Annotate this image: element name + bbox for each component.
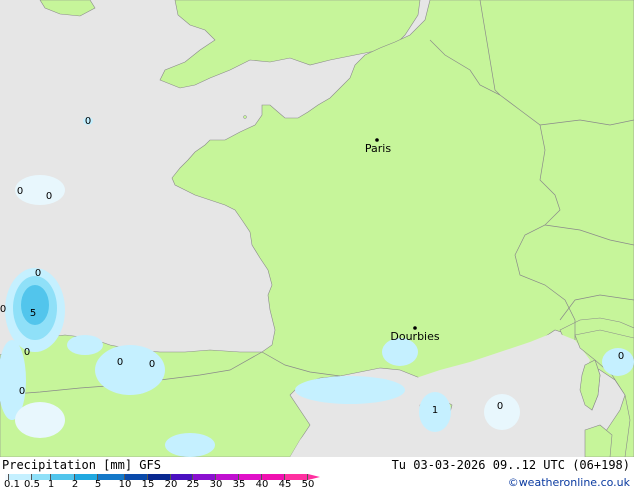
contour-label: 0: [497, 401, 503, 412]
credit-text: ©weatheronline.co.uk: [507, 476, 630, 489]
contour-label: 0: [149, 359, 155, 370]
legend-tick-label: 0.1: [4, 479, 20, 490]
contour-label: 0: [618, 351, 624, 362]
legend-tick-label: 45: [278, 479, 292, 490]
forecast-datetime: Tu 03-03-2026 09..12 UTC (06+198): [391, 458, 630, 472]
city-label-dourbies: Dourbies: [390, 330, 440, 343]
legend-model: GFS: [139, 458, 161, 472]
contour-label: 0: [24, 347, 30, 358]
contour-label: 0: [17, 186, 23, 197]
legend-tick-label: 50: [301, 479, 315, 490]
legend-tick-label: 15: [141, 479, 155, 490]
legend-tick-label: 1: [47, 479, 55, 490]
contour-label: 0: [35, 268, 41, 279]
legend-tick-label: 2: [71, 479, 79, 490]
legend-title: Precipitation [mm] GFS: [2, 458, 161, 472]
contour-label: 0: [46, 191, 52, 202]
legend-tick-label: 30: [209, 479, 223, 490]
city-label-paris: Paris: [365, 142, 391, 155]
contour-label: 0: [0, 304, 6, 315]
legend-tick-label: 35: [232, 479, 246, 490]
legend-tick-label: 5: [94, 479, 102, 490]
map-area: 0 0 0 0 5 0 0 0 0 0 1 0 0 Paris Dourbies: [0, 0, 634, 457]
legend-tick-label: 20: [164, 479, 178, 490]
contour-label: 5: [30, 308, 36, 319]
legend-title-text: Precipitation [mm]: [2, 458, 133, 472]
contour-label: 1: [432, 405, 438, 416]
legend-tick-label: 25: [186, 479, 200, 490]
contour-label: 0: [19, 386, 25, 397]
legend-tick-label: 10: [118, 479, 132, 490]
legend-tick-label: 0.5: [24, 479, 40, 490]
contour-label: 0: [85, 116, 91, 127]
precipitation-map: 0 0 0 0 5 0 0 0 0 0 1 0 0 Paris Dourbies: [0, 0, 634, 457]
island-channel: [243, 115, 247, 119]
contour-label: 0: [117, 357, 123, 368]
legend-tick-label: 40: [255, 479, 269, 490]
